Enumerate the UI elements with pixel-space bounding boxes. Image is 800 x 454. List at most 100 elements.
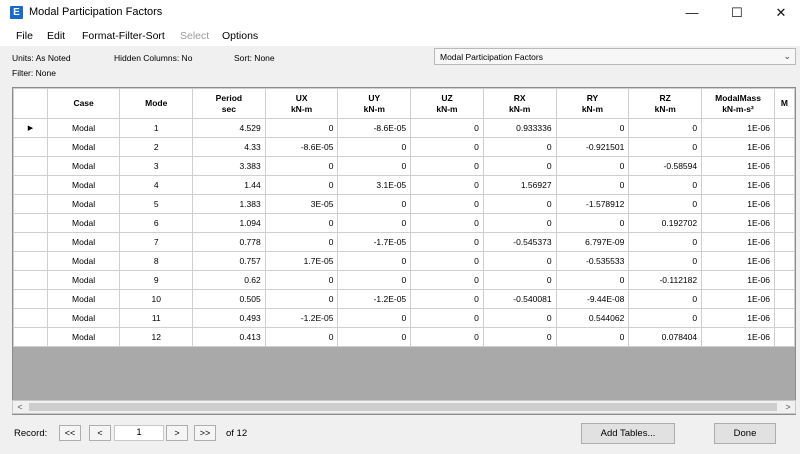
table-cell[interactable] (773, 327, 795, 347)
row-selector[interactable] (13, 270, 48, 290)
row-selector[interactable] (13, 194, 48, 214)
table-cell[interactable]: 1.383 (192, 194, 266, 214)
table-cell[interactable]: 1E-06 (701, 289, 775, 309)
table-cell[interactable]: 0 (482, 156, 557, 176)
table-row[interactable]: Modal 4 1.44 0 3.1E-05 0 1.56927 0 0 1E-06 (13, 175, 795, 195)
add-tables-button[interactable]: Add Tables... (581, 423, 675, 444)
table-row[interactable]: Modal 3 3.383 0 0 0 0 0 -0.58594 1E-06 (13, 156, 795, 176)
table-cell[interactable]: 4.33 (192, 137, 266, 157)
table-cell[interactable]: 1E-06 (701, 156, 775, 176)
table-cell[interactable]: 0 (337, 194, 412, 214)
table-cell[interactable]: 0 (410, 232, 484, 252)
table-cell[interactable]: Modal (46, 175, 121, 195)
table-cell[interactable] (773, 175, 795, 195)
menu-select[interactable]: Select (180, 30, 209, 42)
table-cell[interactable] (773, 213, 795, 233)
table-cell[interactable]: 0 (337, 251, 412, 271)
row-selector[interactable] (13, 308, 48, 328)
table-cell[interactable]: Modal (46, 156, 121, 176)
table-cell[interactable]: -1.7E-05 (337, 232, 412, 252)
column-header[interactable]: UZ kN-m (410, 88, 484, 119)
table-cell[interactable] (773, 194, 795, 214)
table-cell[interactable] (773, 118, 795, 138)
scrollbar-thumb[interactable] (29, 403, 777, 411)
table-cell[interactable]: 3 (119, 156, 194, 176)
table-cell[interactable]: 1E-06 (701, 232, 775, 252)
table-row[interactable]: Modal 9 0.62 0 0 0 0 0 -0.112182 1E-06 (13, 270, 795, 290)
table-cell[interactable]: 0.933336 (482, 118, 557, 138)
table-row[interactable]: Modal 6 1.094 0 0 0 0 0 0.192702 1E-06 (13, 213, 795, 233)
table-cell[interactable]: 4.529 (192, 118, 266, 138)
table-cell[interactable]: 0 (482, 308, 557, 328)
row-selector[interactable] (13, 213, 48, 233)
table-row[interactable]: Modal 2 4.33 -8.6E-05 0 0 0 -0.921501 0 1E-06 (13, 137, 795, 157)
table-cell[interactable]: 0.493 (192, 308, 266, 328)
table-cell[interactable]: 7 (119, 232, 194, 252)
table-cell[interactable]: 10 (119, 289, 194, 309)
table-cell[interactable]: 0.544062 (555, 308, 630, 328)
maximize-button[interactable]: ☐ (722, 3, 752, 23)
table-cell[interactable]: Modal (46, 232, 121, 252)
column-header[interactable]: RX kN-m (482, 88, 557, 119)
table-cell[interactable]: 0 (628, 137, 703, 157)
table-cell[interactable]: Modal (46, 137, 121, 157)
table-row[interactable]: Modal 10 0.505 0 -1.2E-05 0 -0.540081 -9.44E-08… (13, 289, 795, 309)
table-cell[interactable]: 9 (119, 270, 194, 290)
table-cell[interactable]: Modal (46, 308, 121, 328)
table-cell[interactable]: 0 (482, 213, 557, 233)
table-cell[interactable]: 0 (264, 232, 339, 252)
table-cell[interactable]: 1.44 (192, 175, 266, 195)
row-selector-header[interactable] (13, 88, 48, 119)
table-cell[interactable]: 0 (410, 194, 484, 214)
table-cell[interactable]: 1E-06 (701, 327, 775, 347)
table-cell[interactable]: 0 (628, 289, 703, 309)
scroll-right-button[interactable]: > (781, 401, 795, 413)
table-cell[interactable]: 0 (555, 327, 630, 347)
table-cell[interactable]: -0.540081 (482, 289, 557, 309)
column-header[interactable]: Mode (119, 88, 194, 119)
table-row[interactable]: Modal 8 0.757 1.7E-05 0 0 0 -0.535533 0 1E-06 (13, 251, 795, 271)
table-cell[interactable]: 6 (119, 213, 194, 233)
table-cell[interactable] (773, 289, 795, 309)
table-cell[interactable]: -0.112182 (628, 270, 703, 290)
table-cell[interactable]: 0 (628, 118, 703, 138)
done-button[interactable]: Done (714, 423, 776, 444)
table-cell[interactable]: 0 (410, 308, 484, 328)
table-cell[interactable]: 0 (264, 118, 339, 138)
table-cell[interactable]: 6.797E-09 (555, 232, 630, 252)
table-cell[interactable]: Modal (46, 118, 121, 138)
table-cell[interactable]: 0 (555, 175, 630, 195)
table-cell[interactable]: 12 (119, 327, 194, 347)
column-header[interactable]: M (773, 88, 795, 119)
table-cell[interactable]: 0.192702 (628, 213, 703, 233)
table-cell[interactable]: 0 (264, 327, 339, 347)
table-cell[interactable]: 0 (555, 118, 630, 138)
table-cell[interactable]: 0 (410, 118, 484, 138)
row-selector[interactable] (13, 251, 48, 271)
table-cell[interactable] (773, 156, 795, 176)
table-cell[interactable]: 1E-06 (701, 213, 775, 233)
table-cell[interactable]: 4 (119, 175, 194, 195)
table-cell[interactable]: -8.6E-05 (264, 137, 339, 157)
table-cell[interactable]: 1E-06 (701, 308, 775, 328)
table-cell[interactable]: 0 (410, 327, 484, 347)
table-row[interactable]: Modal 5 1.383 3E-05 0 0 0 -1.578912 0 1E-06 (13, 194, 795, 214)
table-cell[interactable]: 0 (482, 137, 557, 157)
table-cell[interactable]: -8.6E-05 (337, 118, 412, 138)
table-cell[interactable]: 0 (482, 194, 557, 214)
table-cell[interactable]: Modal (46, 251, 121, 271)
table-cell[interactable]: 0 (337, 156, 412, 176)
table-cell[interactable]: Modal (46, 289, 121, 309)
minimize-button[interactable]: — (677, 3, 707, 23)
row-selector[interactable] (13, 156, 48, 176)
table-cell[interactable]: 0.62 (192, 270, 266, 290)
table-cell[interactable]: 5 (119, 194, 194, 214)
table-selector-dropdown[interactable]: Modal Participation Factors ⌄ (434, 48, 796, 65)
table-cell[interactable]: 1.094 (192, 213, 266, 233)
table-cell[interactable]: 0 (410, 156, 484, 176)
table-cell[interactable]: 1E-06 (701, 118, 775, 138)
table-cell[interactable]: 0 (555, 213, 630, 233)
table-cell[interactable]: 0 (628, 232, 703, 252)
record-number-input[interactable]: 1 (114, 425, 164, 441)
table-cell[interactable]: 0 (337, 327, 412, 347)
